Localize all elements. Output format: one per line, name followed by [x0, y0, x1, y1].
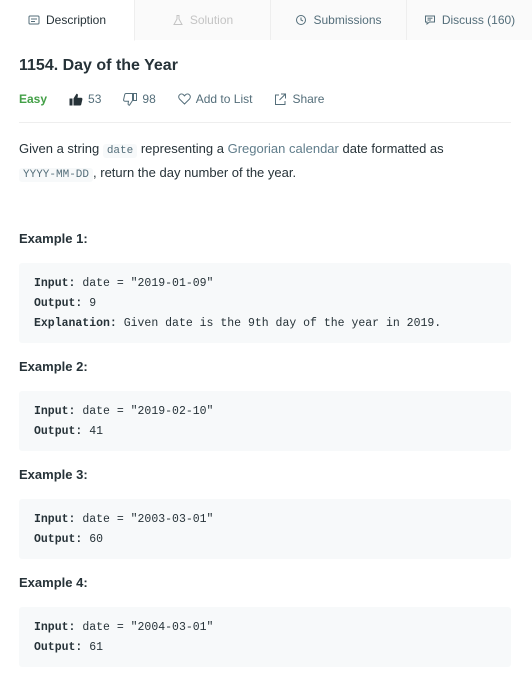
- heart-icon: [177, 93, 191, 105]
- tab-discuss[interactable]: Discuss (160): [407, 0, 532, 40]
- tab-bar: Description Solution Submissions Discuss…: [0, 0, 532, 41]
- tab-solution-label: Solution: [189, 13, 234, 27]
- example-4-output-line: Output: 61: [34, 638, 496, 658]
- output-value: 61: [82, 641, 104, 654]
- thumbs-up-icon: [69, 93, 83, 106]
- input-value: date = "2019-02-10": [75, 405, 214, 418]
- flask-icon: [172, 14, 184, 26]
- add-to-list-button[interactable]: Add to List: [177, 92, 253, 106]
- tab-submissions[interactable]: Submissions: [271, 0, 407, 40]
- problem-title: 1154. Day of the Year: [19, 57, 178, 74]
- example-3-output-line: Output: 60: [34, 530, 496, 550]
- example-2-title: Example 2:: [19, 359, 88, 374]
- example-1-box: Input: date = "2019-01-09" Output: 9 Exp…: [19, 263, 511, 343]
- tab-description-label: Description: [45, 13, 107, 27]
- description-text: Given a string: [19, 141, 103, 156]
- example-4-title: Example 4:: [19, 575, 88, 590]
- input-label: Input:: [34, 405, 76, 418]
- output-label: Output:: [34, 297, 83, 310]
- example-2-output-line: Output: 41: [34, 422, 496, 442]
- description-text: date formatted as: [338, 141, 444, 156]
- output-value: 60: [82, 533, 104, 546]
- example-2-box: Input: date = "2019-02-10" Output: 41: [19, 391, 511, 451]
- output-label: Output:: [34, 641, 83, 654]
- output-label: Output:: [34, 533, 83, 546]
- example-3-box: Input: date = "2003-03-01" Output: 60: [19, 499, 511, 559]
- difficulty-badge: Easy: [19, 92, 48, 106]
- example-4-box: Input: date = "2004-03-01" Output: 61: [19, 607, 511, 667]
- dislike-button[interactable]: 98: [123, 92, 156, 106]
- clock-icon: [295, 14, 307, 26]
- output-label: Output:: [34, 425, 83, 438]
- example-3-input-line: Input: date = "2003-03-01": [34, 510, 496, 530]
- tab-description[interactable]: Description: [0, 0, 135, 41]
- output-value: 41: [82, 425, 104, 438]
- tab-submissions-label: Submissions: [313, 13, 382, 27]
- example-1-title: Example 1:: [19, 231, 88, 246]
- gregorian-calendar-link[interactable]: Gregorian calendar: [228, 141, 339, 156]
- discuss-icon: [424, 14, 436, 26]
- input-value: date = "2004-03-01": [75, 621, 214, 634]
- dislikes-count: 98: [142, 92, 156, 106]
- example-3-title: Example 3:: [19, 467, 88, 482]
- divider: [19, 122, 511, 123]
- example-4-input-line: Input: date = "2004-03-01": [34, 618, 496, 638]
- input-value: date = "2019-01-09": [75, 277, 214, 290]
- thumbs-down-icon: [123, 92, 138, 106]
- description-icon: [28, 14, 40, 26]
- tab-solution[interactable]: Solution: [135, 0, 271, 40]
- share-button[interactable]: Share: [274, 92, 324, 106]
- explanation-label: Explanation:: [34, 317, 117, 330]
- input-label: Input:: [34, 513, 76, 526]
- tab-discuss-label: Discuss (160): [441, 13, 516, 27]
- likes-count: 53: [88, 92, 102, 106]
- example-1-input-line: Input: date = "2019-01-09": [34, 274, 496, 294]
- input-value: date = "2003-03-01": [75, 513, 214, 526]
- example-2-input-line: Input: date = "2019-02-10": [34, 402, 496, 422]
- example-1-explanation-line: Explanation: Given date is the 9th day o…: [34, 314, 496, 334]
- description-text: , return the day number of the year.: [93, 165, 297, 180]
- problem-meta: Easy 53 98 Add to List Share: [19, 89, 346, 109]
- share-label: Share: [292, 92, 325, 106]
- inline-code-date: date: [102, 144, 138, 158]
- example-1-output-line: Output: 9: [34, 294, 496, 314]
- add-to-list-label: Add to List: [195, 92, 253, 106]
- description-text: representing a: [137, 141, 228, 156]
- output-value: 9: [82, 297, 97, 310]
- inline-code-format: YYYY-MM-DD: [19, 168, 94, 182]
- problem-description: Given a string date representing a Grego…: [19, 138, 514, 186]
- explanation-value: Given date is the 9th day of the year in…: [116, 317, 442, 330]
- input-label: Input:: [34, 621, 76, 634]
- input-label: Input:: [34, 277, 76, 290]
- like-button[interactable]: 53: [69, 92, 101, 106]
- share-icon: [274, 93, 287, 105]
